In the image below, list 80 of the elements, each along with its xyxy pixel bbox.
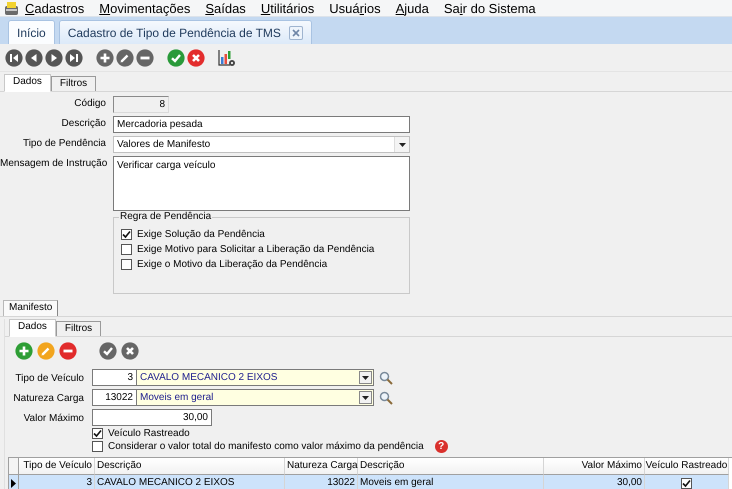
checkbox[interactable]	[92, 428, 103, 438]
menu-item[interactable]: Usuários	[329, 0, 381, 16]
group-title: Regra de Pendência	[119, 211, 212, 222]
delete-button[interactable]	[136, 48, 154, 66]
column-header[interactable]: Descrição	[358, 458, 544, 475]
menu-item[interactable]: Sair do Sistema	[444, 0, 536, 16]
menu-item[interactable]: Ajuda	[396, 0, 429, 16]
field-label: Natureza Carga	[12, 392, 84, 404]
column-header[interactable]: Natureza Carga	[285, 458, 358, 475]
chart-settings-button[interactable]	[218, 48, 236, 66]
delete-button[interactable]	[59, 342, 77, 360]
table-cell: Moveis em geral	[358, 475, 544, 489]
checkbox[interactable]	[121, 259, 132, 270]
document-tab[interactable]: Início	[8, 20, 55, 44]
app-logo-icon	[4, 0, 19, 16]
field-label: Código	[73, 97, 106, 109]
save-button[interactable]	[167, 48, 185, 66]
tab[interactable]: Filtros	[50, 76, 96, 91]
add-button[interactable]	[15, 342, 33, 360]
table-cell: 30,00	[544, 475, 645, 489]
column-header[interactable]: Tipo de Veículo	[19, 458, 95, 475]
tab[interactable]: Manifesto	[3, 300, 58, 316]
code-field[interactable]: 13022	[92, 389, 136, 406]
checkbox[interactable]	[121, 229, 132, 240]
tab[interactable]: Dados	[9, 319, 56, 337]
menu-item[interactable]: Saídas	[205, 0, 246, 16]
table-cell: CAVALO MECANICO 2 EIXOS	[95, 475, 285, 489]
previous-button[interactable]	[25, 48, 43, 66]
table-cell: 13022	[285, 475, 358, 489]
save-button[interactable]	[99, 342, 117, 360]
column-header[interactable]: Valor Máximo	[544, 458, 645, 475]
help-icon[interactable]: ?	[434, 440, 448, 452]
checkbox[interactable]	[681, 478, 692, 488]
lookup-dropdown[interactable]: Moveis em geral	[136, 389, 374, 406]
type-dropdown[interactable]: Valores de Manifesto	[113, 136, 410, 153]
table-cell: 3	[19, 475, 95, 489]
checkbox[interactable]	[92, 440, 103, 452]
field-label: Valor Máximo	[22, 412, 84, 424]
first-record-button[interactable]	[5, 48, 23, 66]
search-button[interactable]	[379, 390, 393, 404]
column-header[interactable]: Descrição	[95, 458, 285, 475]
dropdown-button[interactable]	[359, 371, 372, 384]
field-label: Tipo de Pendência	[22, 137, 106, 149]
checkbox-label: Exige o Motivo da Liberação da Pendência	[137, 259, 328, 270]
menu-item[interactable]: Cadastros	[25, 0, 84, 16]
checkbox-label: Exige Solução da Pendência	[137, 229, 265, 240]
checkbox-label: Veículo Rastreado	[108, 428, 190, 438]
add-button[interactable]	[96, 48, 114, 66]
column-header[interactable]: Veículo Rastreado	[645, 458, 729, 475]
edit-button[interactable]	[116, 48, 134, 66]
code-field[interactable]: 8	[113, 96, 169, 113]
dropdown-arrow-icon	[362, 396, 369, 400]
search-button[interactable]	[379, 370, 393, 384]
field-label: Tipo de Veículo	[14, 372, 84, 384]
tab[interactable]: Dados	[4, 74, 51, 92]
lookup-dropdown[interactable]: CAVALO MECANICO 2 EIXOS	[136, 369, 374, 386]
row-indicator[interactable]	[9, 475, 19, 489]
field-label: Descrição	[60, 117, 106, 129]
dropdown-arrow-icon	[362, 376, 369, 380]
cancel-button[interactable]	[121, 342, 139, 360]
description-field[interactable]: Mercadoria pesada	[113, 116, 410, 133]
checkbox-label: Exige Motivo para Solicitar a Liberação da Pendência	[137, 244, 374, 255]
checkbox[interactable]	[121, 244, 132, 255]
close-tab-button[interactable]	[288, 26, 303, 40]
menu-item[interactable]: Utilitários	[260, 0, 314, 16]
max-value-field[interactable]: 30,00	[92, 409, 212, 426]
dropdown-button[interactable]	[359, 391, 372, 404]
field-label: Mensagem de Instrução	[0, 157, 106, 169]
checkbox-label: Considerar o valor total do manifesto como valor máximo da pendência	[108, 440, 424, 452]
cancel-button[interactable]	[187, 48, 205, 66]
row-pointer-icon	[11, 478, 16, 488]
document-tab[interactable]: Cadastro de Tipo de Pendência de TMS	[58, 20, 312, 44]
next-button[interactable]	[45, 48, 63, 66]
tab[interactable]: Filtros	[56, 321, 102, 336]
last-record-button[interactable]	[65, 48, 83, 66]
menu-item[interactable]: Movimentações	[99, 0, 190, 16]
dropdown-arrow-icon	[398, 142, 406, 146]
close-icon	[292, 28, 300, 36]
code-field[interactable]: 3	[92, 369, 136, 386]
message-field[interactable]: Verificar carga veículo	[113, 156, 410, 211]
